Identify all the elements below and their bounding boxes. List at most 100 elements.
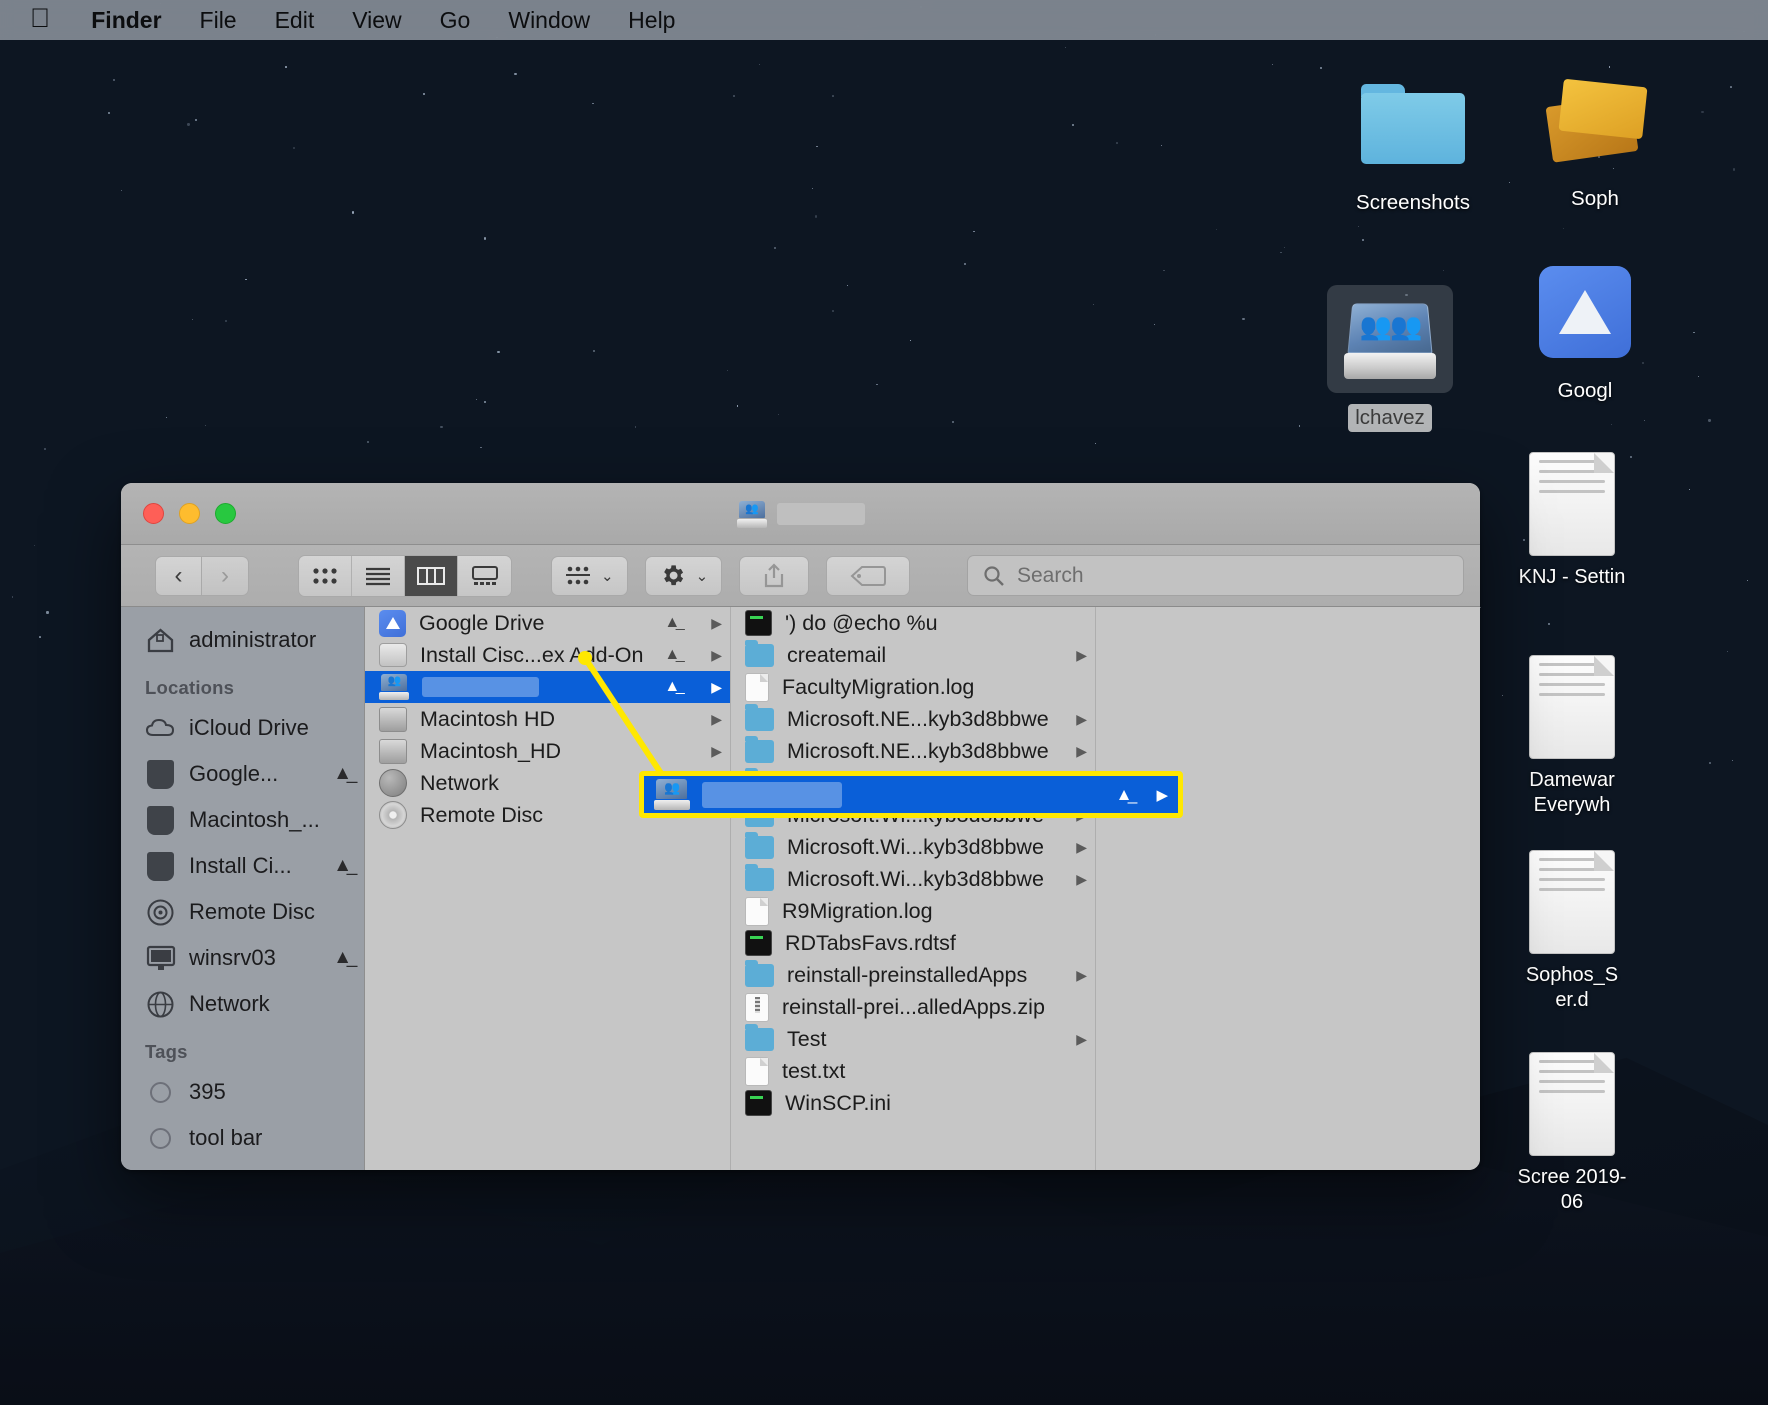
column-browser[interactable]: Google Drive ▲̲ ▶ Install Cisc...ex Add-… [365, 607, 1480, 1170]
sidebar-item-google-drive[interactable]: Google... ▲̲ [121, 751, 364, 797]
desktop-icon-sophos[interactable]: Soph [1500, 66, 1690, 213]
disclosure-arrow-icon[interactable]: ▶ [1144, 786, 1168, 804]
sidebar-item-winsrv03[interactable]: winsrv03 ▲̲ [121, 935, 364, 981]
eject-icon[interactable]: ▲̲ [333, 855, 352, 877]
menu-item-file[interactable]: File [181, 7, 256, 34]
file-row[interactable]: reinstall-prei...alledApps.zip [731, 991, 1095, 1023]
search-field[interactable]: Search [967, 555, 1464, 596]
menu-item-window[interactable]: Window [489, 7, 609, 34]
disclosure-arrow-icon[interactable]: ▶ [1068, 871, 1087, 888]
disclosure-arrow-icon[interactable]: ▶ [1068, 967, 1087, 984]
share-button[interactable] [739, 556, 809, 596]
tags-button[interactable] [826, 556, 910, 596]
file-row[interactable]: Microsoft.NE...kyb3d8bbwe ▶ [731, 703, 1095, 735]
file-row[interactable]: Microsoft.Wi...kyb3d8bbwe ▶ [731, 831, 1095, 863]
file-row[interactable]: FacultyMigration.log [731, 671, 1095, 703]
column-one[interactable]: Google Drive ▲̲ ▶ Install Cisc...ex Add-… [365, 607, 731, 1170]
sidebar-item-administrator[interactable]: administrator [121, 617, 364, 663]
sidebar-tag-red[interactable]: Red [121, 1161, 364, 1170]
disclosure-arrow-icon[interactable]: ▶ [1068, 1031, 1087, 1048]
desktop-icon-label: KNJ - Settin [1510, 565, 1634, 590]
menu-item-help[interactable]: Help [609, 7, 694, 34]
icon-view-button[interactable] [299, 556, 352, 596]
file-row[interactable]: reinstall-preinstalledApps ▶ [731, 959, 1095, 991]
eject-icon[interactable]: ▲̲ [333, 763, 352, 785]
sidebar-item-install-cisco[interactable]: Install Ci... ▲̲ [121, 843, 364, 889]
file-row[interactable]: Macintosh HD ▶ [365, 703, 730, 735]
disclosure-arrow-icon[interactable]: ▶ [703, 647, 722, 664]
file-row[interactable]: Macintosh_HD ▶ [365, 735, 730, 767]
menu-item-finder[interactable]: Finder [72, 7, 180, 34]
desktop-icon-sophos-doc[interactable]: Sophos_S er.d [1510, 850, 1634, 1013]
column-view-button[interactable] [405, 556, 458, 596]
eject-icon[interactable]: ▲̲ [333, 947, 352, 969]
file-row[interactable]: Microsoft.Wi...kyb3d8bbwe ▶ [731, 863, 1095, 895]
column-three-preview[interactable] [1096, 607, 1480, 1170]
forward-button[interactable]: › [202, 556, 249, 596]
annotation-callout-selected-server[interactable]: 👥 ▲̲ ▶ [639, 771, 1183, 818]
action-gear-button[interactable]: ⌄ [645, 556, 723, 596]
disclosure-arrow-icon[interactable]: ▶ [1068, 647, 1087, 664]
disclosure-arrow-icon[interactable]: ▶ [1068, 743, 1087, 760]
eject-icon[interactable]: ▲̲ [1116, 785, 1133, 805]
file-row[interactable]: RDTabsFavs.rdtsf [731, 927, 1095, 959]
sidebar-item-macintosh-hd[interactable]: Macintosh_... [121, 797, 364, 843]
file-row-selected-server[interactable]: 👥 ▲̲ ▶ [365, 671, 730, 703]
desktop-icon-screenshots[interactable]: Screenshots [1318, 70, 1508, 217]
list-view-button[interactable] [352, 556, 405, 596]
finder-sidebar[interactable]: administrator Locations iCloud Drive Goo… [121, 607, 365, 1170]
menu-bar[interactable]:  Finder File Edit View Go Window Help [0, 0, 1768, 40]
disclosure-arrow-icon[interactable]: ▶ [703, 615, 722, 632]
sidebar-tag-tool-bar[interactable]: tool bar [121, 1115, 364, 1161]
file-row[interactable]: Install Cisc...ex Add-On ▲̲ ▶ [365, 639, 730, 671]
search-input[interactable]: Search [1017, 564, 1084, 588]
menu-item-go[interactable]: Go [421, 7, 490, 34]
window-controls[interactable] [121, 503, 236, 524]
group-items-button[interactable]: ⌄ [551, 556, 628, 596]
desktop-icon-lchavez[interactable]: 👥👥 lchavez [1295, 285, 1485, 432]
menu-item-edit[interactable]: Edit [256, 7, 334, 34]
zoom-button[interactable] [215, 503, 236, 524]
column-two[interactable]: ') do @echo %u createmail ▶ FacultyMigra… [731, 607, 1096, 1170]
apple-menu-icon[interactable]:  [26, 5, 72, 36]
google-drive-icon [379, 610, 406, 637]
minimize-button[interactable] [179, 503, 200, 524]
file-row[interactable]: Google Drive ▲̲ ▶ [365, 607, 730, 639]
file-row[interactable]: R9Migration.log [731, 895, 1095, 927]
disclosure-arrow-icon[interactable]: ▶ [1068, 711, 1087, 728]
navigation-buttons[interactable]: ‹ › [155, 556, 249, 596]
gallery-view-button[interactable] [458, 556, 511, 596]
disclosure-arrow-icon[interactable]: ▶ [703, 743, 722, 760]
desktop-icon-dameware[interactable]: Damewar Everywh [1510, 655, 1634, 818]
desktop-icon-google-drive[interactable]: Googl [1490, 258, 1680, 405]
sidebar-tag-395[interactable]: 395 [121, 1069, 364, 1115]
disclosure-arrow-icon[interactable]: ▶ [1068, 839, 1087, 856]
globe-icon [379, 769, 407, 797]
file-row[interactable]: createmail ▶ [731, 639, 1095, 671]
sidebar-item-icloud-drive[interactable]: iCloud Drive [121, 705, 364, 751]
tag-dot-icon [145, 1077, 176, 1108]
sidebar-item-network[interactable]: Network [121, 981, 364, 1027]
disclosure-arrow-icon[interactable]: ▶ [703, 711, 722, 728]
menu-item-view[interactable]: View [333, 7, 420, 34]
finder-toolbar[interactable]: ‹ › [121, 545, 1480, 607]
desktop-icon-label: Soph [1564, 185, 1626, 213]
file-row[interactable]: Microsoft.NE...kyb3d8bbwe ▶ [731, 735, 1095, 767]
back-button[interactable]: ‹ [155, 556, 202, 596]
eject-icon[interactable]: ▲̲ [664, 614, 680, 632]
file-row[interactable]: ') do @echo %u [731, 607, 1095, 639]
file-row[interactable]: WinSCP.ini [731, 1087, 1095, 1119]
disclosure-arrow-icon[interactable]: ▶ [703, 679, 722, 696]
desktop-icon-screenshot-2019[interactable]: Scree 2019-06 [1510, 1052, 1634, 1215]
file-row[interactable]: Test ▶ [731, 1023, 1095, 1055]
finder-window[interactable]: 👥 ‹ › [121, 483, 1480, 1170]
eject-icon[interactable]: ▲̲ [664, 678, 680, 696]
view-mode-segmented-control[interactable] [298, 555, 512, 597]
window-title-bar[interactable]: 👥 [121, 483, 1480, 545]
desktop-icon-knj-settings[interactable]: KNJ - Settin [1510, 452, 1634, 590]
eject-icon[interactable]: ▲̲ [664, 646, 680, 664]
sidebar-item-remote-disc[interactable]: Remote Disc [121, 889, 364, 935]
folder-icon [745, 1028, 774, 1051]
close-button[interactable] [143, 503, 164, 524]
file-row[interactable]: test.txt [731, 1055, 1095, 1087]
